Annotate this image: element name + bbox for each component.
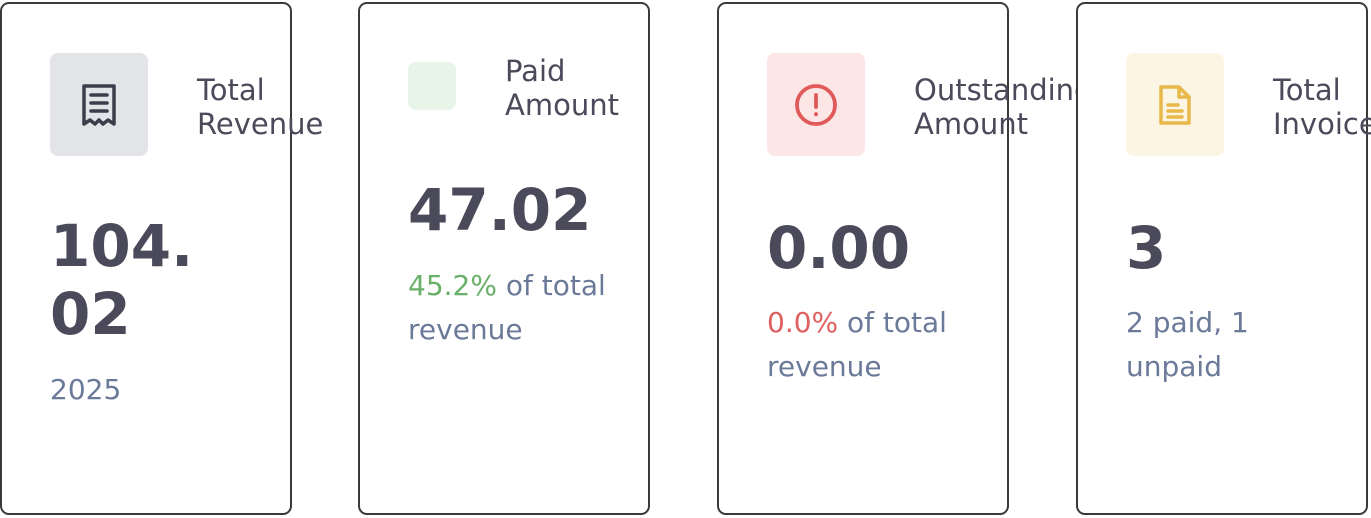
stat-card-total-invoices: Total Invoices 3 2 paid, 1 unpaid [1076,2,1371,515]
card-subtitle: 2 paid, 1 unpaid [1126,306,1249,383]
stat-card-paid-amount: Paid Amount 47.02 45.2% of total revenue [358,2,650,515]
card-title: Total Invoices [1273,73,1371,141]
percent-value: 0.0% [767,306,839,339]
stats-row: Total Revenue 104.02 2025 Paid Amount 47… [0,0,1371,518]
receipt-icon [50,53,148,156]
stat-card-outstanding-amount: Outstanding Amount 0.00 0.0% of total re… [717,2,1092,515]
file-text-icon [1126,53,1224,156]
card-title: Outstanding Amount [914,73,1093,141]
card-value: 104.02 [50,212,194,348]
card-title: Total Revenue [197,73,324,141]
check-icon [408,62,456,110]
alert-circle-icon [767,53,865,156]
card-value: 47.02 [408,176,592,244]
card-subtitle: 2025 [50,373,122,406]
card-subtitle: 0.0% of total revenue [767,301,967,389]
card-title: Paid Amount [505,54,619,122]
percent-value: 45.2% [408,269,497,302]
stat-card-total-revenue: Total Revenue 104.02 2025 [0,2,323,515]
card-value: 0.00 [767,214,911,282]
card-subtitle: 45.2% of total revenue [408,264,618,352]
card-value: 3 [1126,214,1167,282]
